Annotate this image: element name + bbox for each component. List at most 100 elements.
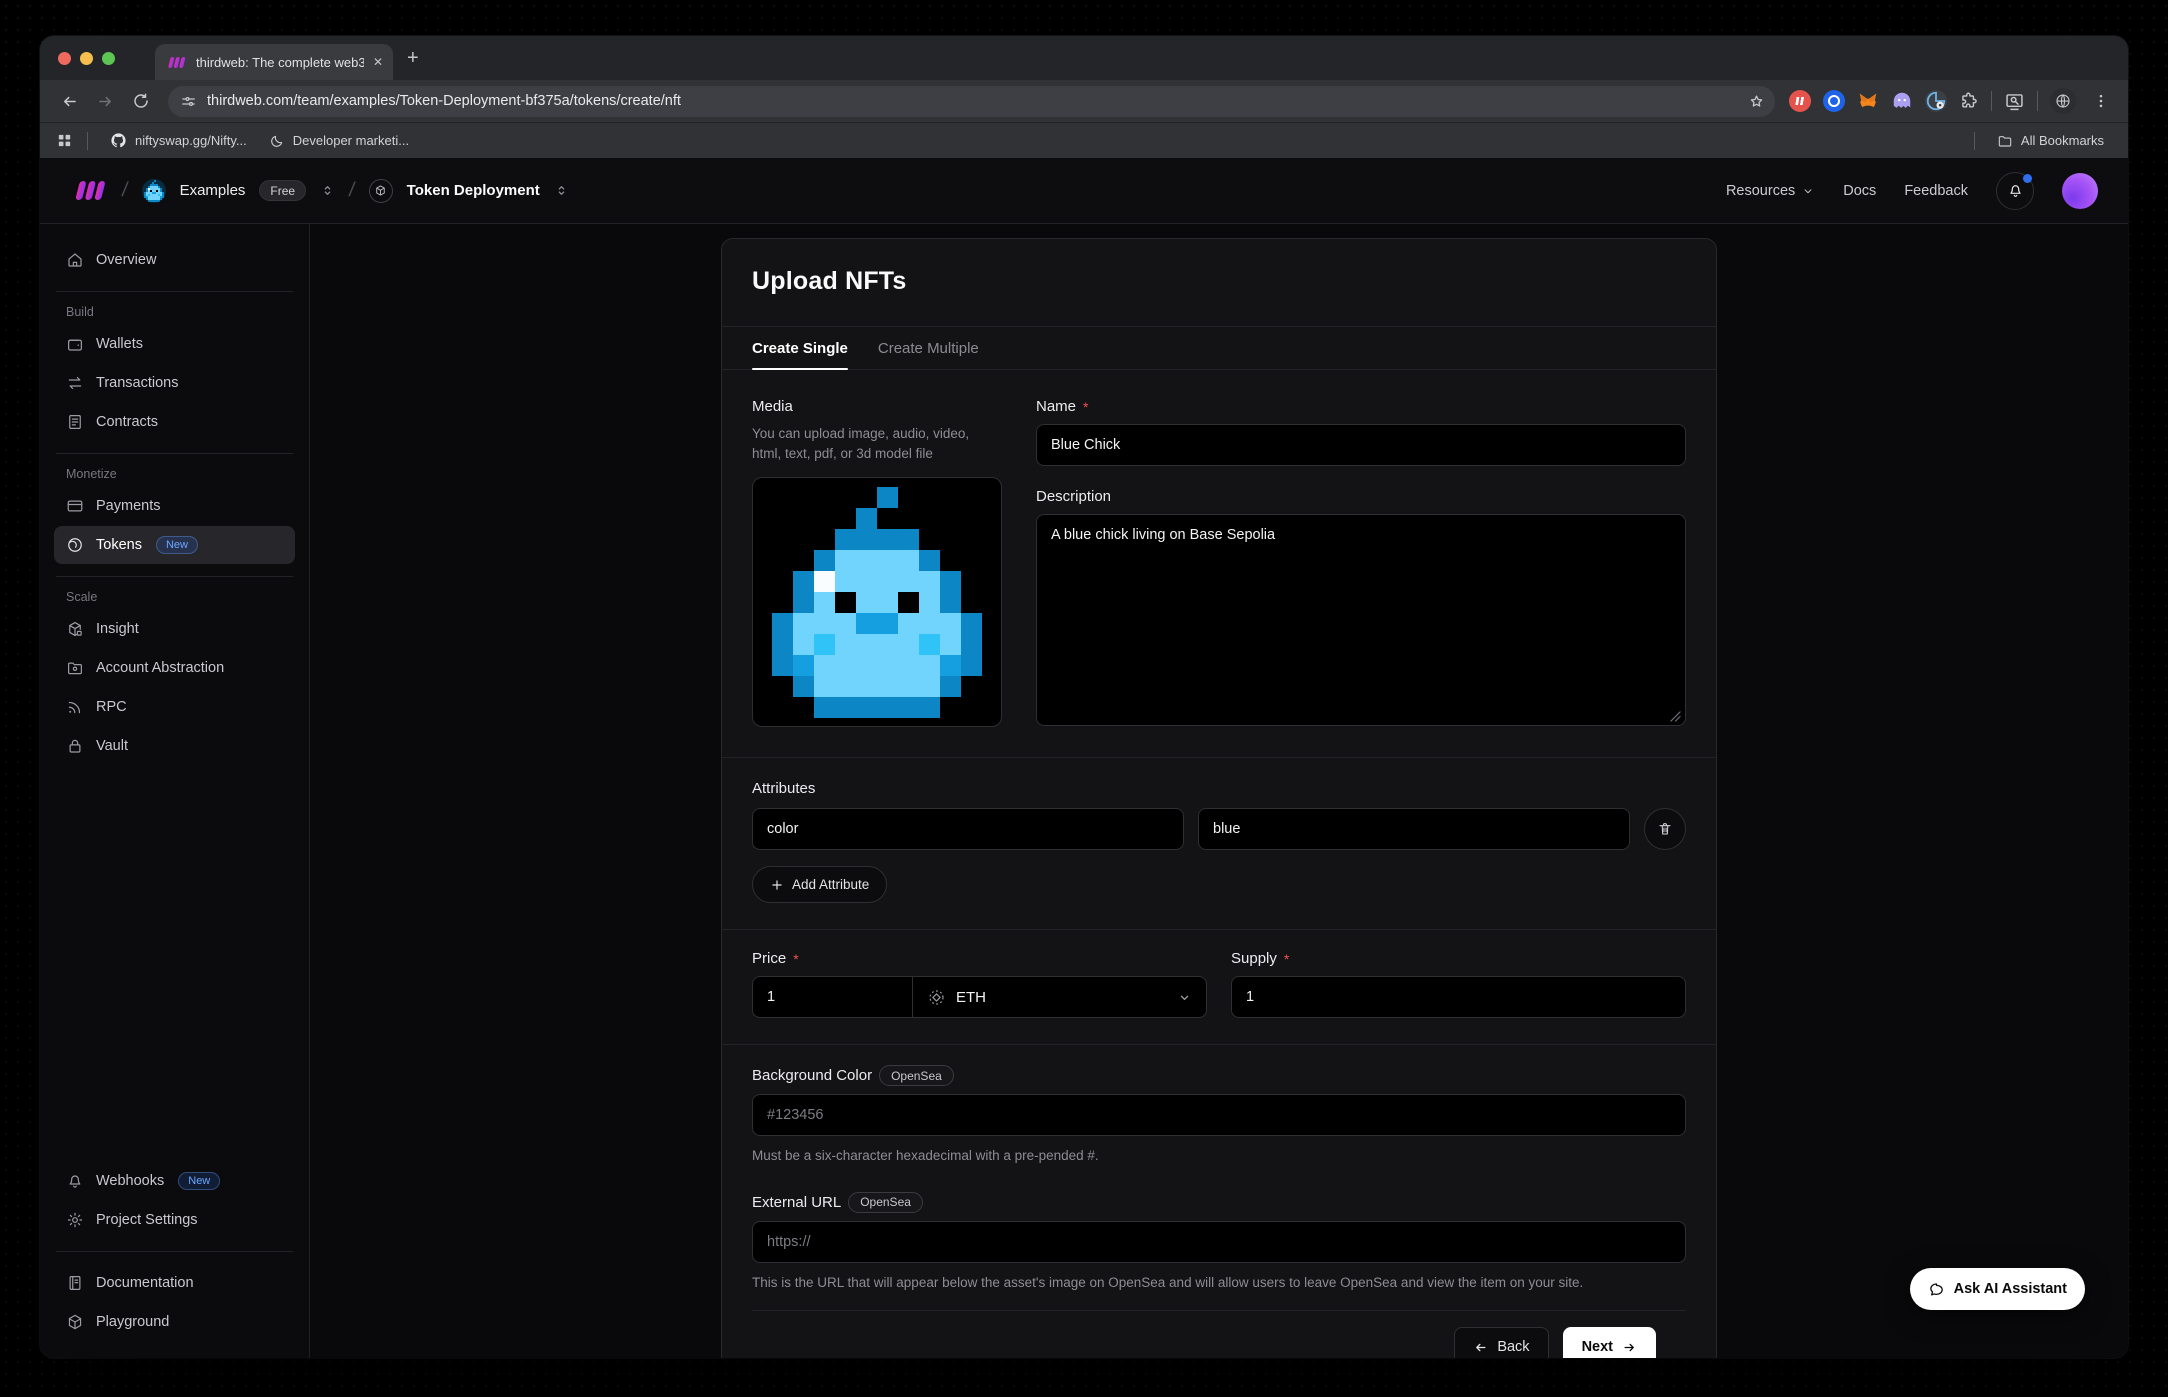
rpc-icon xyxy=(66,698,84,716)
back-icon[interactable] xyxy=(54,86,84,116)
page-title: Upload NFTs xyxy=(752,267,1686,296)
toolbar-divider xyxy=(1991,91,1992,111)
sidebar-item-tokens[interactable]: TokensNew xyxy=(54,526,295,564)
wallet-icon xyxy=(66,335,84,353)
new-badge: New xyxy=(156,536,198,554)
extension-red-icon[interactable] xyxy=(1789,90,1811,112)
sidebar-item-contracts[interactable]: Contracts xyxy=(54,403,295,441)
extension-clock-icon[interactable] xyxy=(1925,90,1947,112)
team-name[interactable]: Examples xyxy=(180,182,246,199)
webhook-icon xyxy=(66,1172,84,1190)
delete-attribute-button[interactable] xyxy=(1644,808,1686,850)
attribute-value-input[interactable] xyxy=(1198,808,1630,850)
reload-icon[interactable] xyxy=(126,86,156,116)
sidebar-item-insight[interactable]: Insight xyxy=(54,610,295,648)
add-attribute-button[interactable]: Add Attribute xyxy=(752,866,887,903)
price-input[interactable]: 1 xyxy=(753,977,913,1017)
minimize-window-button[interactable] xyxy=(80,52,93,65)
sidebar-item-transactions[interactable]: Transactions xyxy=(54,364,295,402)
crescent-icon xyxy=(269,133,285,149)
breadcrumb-separator: / xyxy=(120,179,129,202)
header-nav-feedback[interactable]: Feedback xyxy=(1904,183,1968,199)
supply-input[interactable] xyxy=(1231,976,1686,1018)
bookmark-star-icon[interactable] xyxy=(1743,88,1769,114)
sidebar-item-label: Vault xyxy=(96,738,128,754)
extensions-puzzle-icon[interactable] xyxy=(1959,91,1979,111)
external-url-helper: This is the URL that will appear below t… xyxy=(752,1273,1686,1293)
user-avatar[interactable] xyxy=(2062,173,2098,209)
ask-ai-assistant-button[interactable]: Ask AI Assistant xyxy=(1910,1268,2085,1310)
sidebar-item-label: Wallets xyxy=(96,336,143,352)
name-input[interactable] xyxy=(1036,424,1686,466)
header-nav-docs[interactable]: Docs xyxy=(1843,183,1876,199)
form-footer: Back Next xyxy=(752,1310,1686,1358)
sidebar-item-project-settings[interactable]: Project Settings xyxy=(54,1201,295,1239)
notifications-button[interactable] xyxy=(1996,172,2034,210)
external-url-label: External URL OpenSea xyxy=(752,1192,923,1213)
sidebar-item-vault[interactable]: Vault xyxy=(54,727,295,765)
payments-icon xyxy=(66,497,84,515)
browser-profile-icon[interactable] xyxy=(2050,88,2076,114)
sidebar-item-label: Playground xyxy=(96,1314,169,1330)
description-input[interactable]: A blue chick living on Base Sepolia xyxy=(1036,514,1686,726)
team-avatar[interactable] xyxy=(142,179,166,203)
sidebar-item-webhooks[interactable]: WebhooksNew xyxy=(54,1162,295,1200)
phantom-extension-icon[interactable] xyxy=(1891,90,1913,112)
account-abstraction-icon xyxy=(66,659,84,677)
browser-menu-icon[interactable] xyxy=(2088,92,2114,110)
media-upload-preview[interactable] xyxy=(752,477,1002,727)
next-button[interactable]: Next xyxy=(1563,1327,1656,1358)
thirdweb-logo[interactable] xyxy=(70,178,108,203)
thirdweb-dashboard: / Examples Free / Token Deployment Resou… xyxy=(40,158,2128,1358)
site-settings-icon[interactable] xyxy=(180,93,197,110)
insight-icon xyxy=(66,620,84,638)
external-url-input[interactable] xyxy=(752,1221,1686,1263)
sidebar-item-payments[interactable]: Payments xyxy=(54,487,295,525)
sidebar: OverviewBuildWalletsTransactionsContract… xyxy=(40,224,310,1358)
playground-icon xyxy=(66,1313,84,1331)
sidebar-divider xyxy=(56,576,293,577)
background-color-input[interactable] xyxy=(752,1094,1686,1136)
sidebar-item-account-abstraction[interactable]: Account Abstraction xyxy=(54,649,295,687)
desktop: { "browser": { "tab_title": "thirdweb: T… xyxy=(0,0,2168,1397)
screen-search-icon[interactable] xyxy=(2004,91,2025,112)
project-name[interactable]: Token Deployment xyxy=(407,182,540,199)
sidebar-item-label: Overview xyxy=(96,252,156,268)
zoom-window-button[interactable] xyxy=(102,52,115,65)
sidebar-section-title: Monetize xyxy=(66,467,283,481)
url-text[interactable]: thirdweb.com/team/examples/Token-Deploym… xyxy=(207,93,1733,109)
url-bar[interactable]: thirdweb.com/team/examples/Token-Deploym… xyxy=(168,86,1775,117)
bookmark-item[interactable]: niftyswap.gg/Nifty... xyxy=(102,129,255,152)
close-tab-icon[interactable]: ✕ xyxy=(373,56,383,68)
tab-create-single[interactable]: Create Single xyxy=(752,327,848,369)
back-button[interactable]: Back xyxy=(1454,1327,1548,1358)
new-tab-button[interactable]: + xyxy=(407,47,419,70)
sidebar-item-label: Documentation xyxy=(96,1275,194,1291)
sidebar-item-label: Transactions xyxy=(96,375,178,391)
metamask-extension-icon[interactable] xyxy=(1857,90,1879,112)
apps-grid-icon[interactable] xyxy=(56,132,73,149)
browser-tab[interactable]: thirdweb: The complete web3 ✕ xyxy=(155,44,393,80)
sidebar-item-label: Insight xyxy=(96,621,139,637)
sidebar-item-overview[interactable]: Overview xyxy=(54,241,295,279)
bookmark-item[interactable]: Developer marketi... xyxy=(261,130,417,152)
sidebar-item-label: Project Settings xyxy=(96,1212,198,1228)
all-bookmarks-button[interactable]: All Bookmarks xyxy=(1989,130,2112,152)
sidebar-item-documentation[interactable]: Documentation xyxy=(54,1264,295,1302)
sidebar-item-playground[interactable]: Playground xyxy=(54,1303,295,1341)
project-switcher-icon[interactable] xyxy=(554,183,569,198)
vault-icon xyxy=(66,737,84,755)
header-nav-resources[interactable]: Resources xyxy=(1726,183,1815,199)
sidebar-item-rpc[interactable]: RPC xyxy=(54,688,295,726)
chevron-down-icon xyxy=(1177,990,1192,1005)
sidebar-item-wallets[interactable]: Wallets xyxy=(54,325,295,363)
team-switcher-icon[interactable] xyxy=(320,183,335,198)
forward-icon[interactable] xyxy=(90,86,120,116)
extension-blue-icon[interactable] xyxy=(1823,90,1845,112)
required-marker: * xyxy=(1083,399,1088,415)
sidebar-item-label: RPC xyxy=(96,699,127,715)
attribute-name-input[interactable] xyxy=(752,808,1184,850)
close-window-button[interactable] xyxy=(58,52,71,65)
currency-select[interactable]: ETH xyxy=(913,977,1206,1017)
tab-create-multiple[interactable]: Create Multiple xyxy=(878,327,979,369)
